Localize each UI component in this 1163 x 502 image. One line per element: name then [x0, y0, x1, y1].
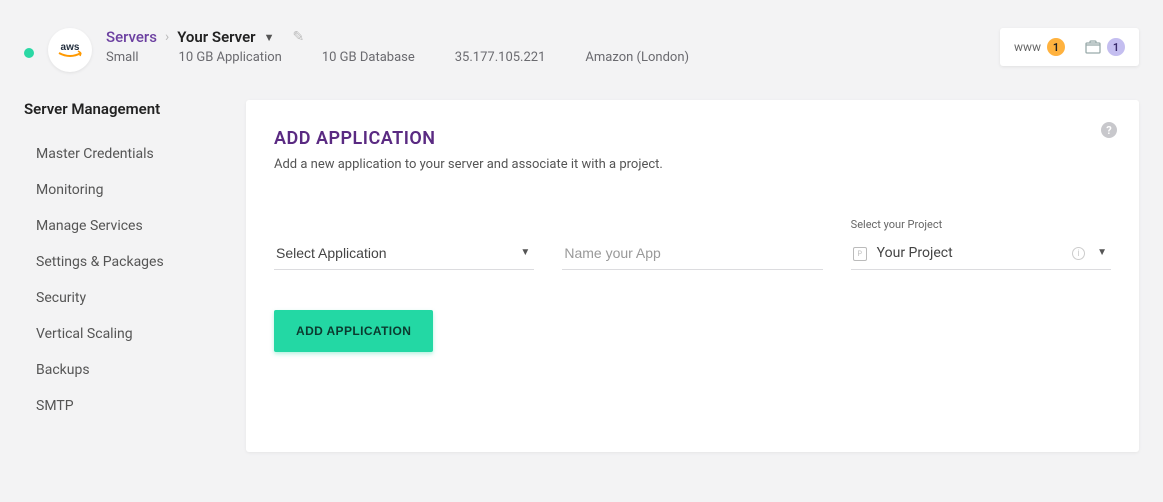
sidebar-item-settings-packages[interactable]: Settings & Packages: [24, 244, 230, 280]
www-label: www: [1014, 40, 1041, 54]
sidebar-item-security[interactable]: Security: [24, 280, 230, 316]
sidebar-item-backups[interactable]: Backups: [24, 352, 230, 388]
select-application-field[interactable]: ▼: [274, 237, 534, 270]
card-title: ADD APPLICATION: [274, 128, 1111, 149]
main-card: ? ADD APPLICATION Add a new application …: [246, 100, 1139, 452]
name-app-input[interactable]: [562, 237, 822, 270]
form-row: ▼ Select your Project P Your Project i ▼: [274, 218, 1111, 270]
header-info: Servers › Your Server ▼ ✎ Small 10 GB Ap…: [106, 28, 689, 65]
projects-icon: [1085, 40, 1101, 54]
help-icon[interactable]: ?: [1101, 122, 1117, 138]
sidebar-heading: Server Management: [24, 100, 230, 118]
www-badge: 1: [1047, 38, 1065, 56]
sidebar-item-master-credentials[interactable]: Master Credentials: [24, 136, 230, 172]
server-provider: Amazon (London): [585, 50, 689, 65]
projects-pill[interactable]: 1: [1085, 38, 1125, 56]
server-db-disk: 10 GB Database: [322, 50, 415, 65]
projects-badge: 1: [1107, 38, 1125, 56]
svg-text:aws: aws: [61, 42, 80, 53]
page-header: aws Servers › Your Server ▼ ✎ Small 10 G…: [0, 0, 1163, 82]
breadcrumb-current: Your Server: [177, 28, 255, 46]
sidebar-item-vertical-scaling[interactable]: Vertical Scaling: [24, 316, 230, 352]
breadcrumb: Servers › Your Server ▼ ✎: [106, 28, 689, 46]
project-label: Select your Project: [851, 218, 1111, 231]
select-project-field[interactable]: Select your Project P Your Project i ▼: [851, 218, 1111, 270]
edit-server-name-icon[interactable]: ✎: [292, 29, 304, 45]
header-pill-card: www 1 1: [1000, 28, 1139, 66]
sidebar: Server Management Master Credentials Mon…: [24, 100, 230, 452]
sidebar-item-smtp[interactable]: SMTP: [24, 388, 230, 424]
add-application-button[interactable]: ADD APPLICATION: [274, 310, 433, 352]
server-app-disk: 10 GB Application: [179, 50, 282, 65]
content-area: Server Management Master Credentials Mon…: [0, 100, 1163, 476]
card-subtitle: Add a new application to your server and…: [274, 157, 1111, 172]
server-dropdown-caret-icon[interactable]: ▼: [264, 31, 275, 44]
aws-logo-icon: aws: [53, 40, 87, 60]
select-application-caret-icon: ▼: [520, 247, 530, 258]
www-pill[interactable]: www 1: [1014, 38, 1065, 56]
server-meta-row: Small 10 GB Application 10 GB Database 3…: [106, 50, 689, 65]
project-caret-icon: ▼: [1097, 247, 1107, 258]
breadcrumb-servers-link[interactable]: Servers: [106, 28, 157, 46]
server-status-dot: [24, 48, 34, 58]
project-info-icon[interactable]: i: [1072, 247, 1085, 260]
header-right: www 1 1: [1000, 28, 1139, 66]
sidebar-item-manage-services[interactable]: Manage Services: [24, 208, 230, 244]
select-application-input[interactable]: [274, 237, 534, 270]
provider-logo: aws: [48, 28, 92, 72]
breadcrumb-sep-icon: ›: [165, 29, 169, 45]
header-left: aws Servers › Your Server ▼ ✎ Small 10 G…: [24, 28, 689, 72]
server-size: Small: [106, 50, 139, 65]
name-app-field[interactable]: [562, 237, 822, 270]
sidebar-item-monitoring[interactable]: Monitoring: [24, 172, 230, 208]
server-ip: 35.177.105.221: [455, 50, 546, 65]
